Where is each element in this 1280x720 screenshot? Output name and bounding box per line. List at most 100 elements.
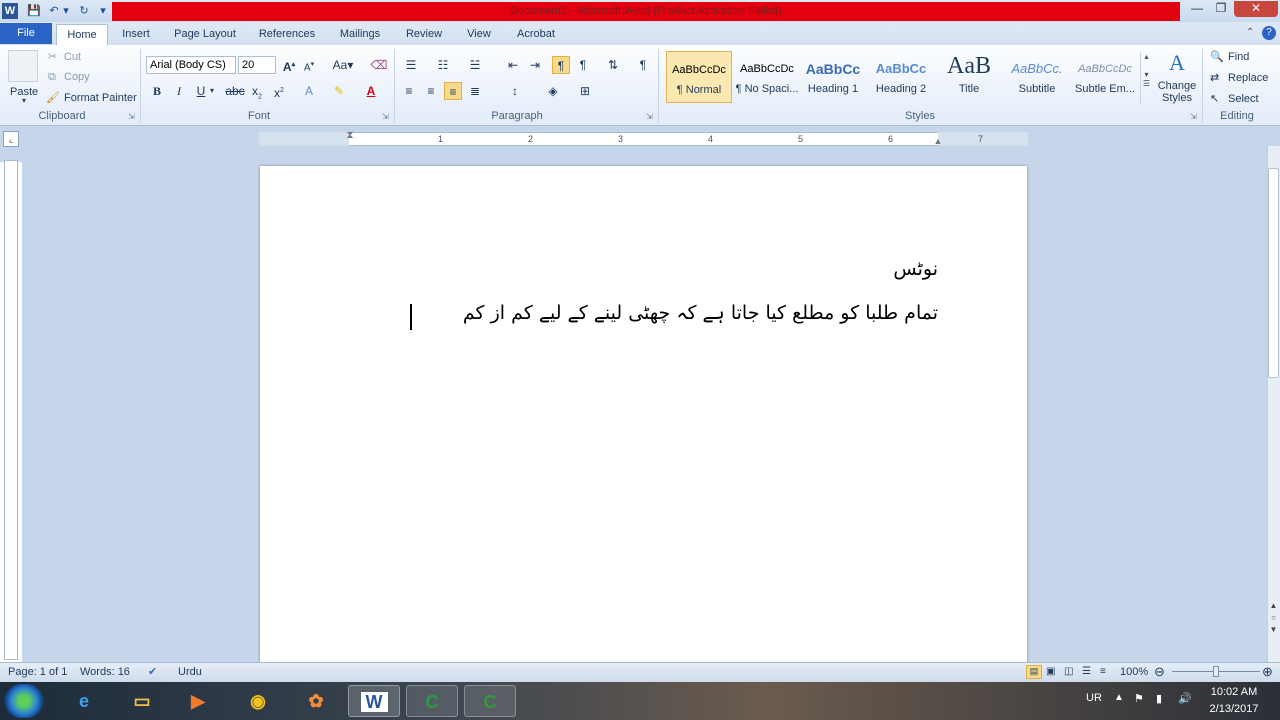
style-title[interactable]: AaB Title (936, 51, 1002, 103)
grow-font-icon[interactable]: A▴ (280, 56, 298, 74)
style-subtitle[interactable]: AaBbCc. Subtitle (1004, 51, 1070, 103)
tab-insert[interactable]: Insert (114, 24, 158, 45)
volume-icon[interactable]: 🔊 (1178, 692, 1192, 705)
vertical-ruler[interactable] (4, 160, 18, 660)
draft-icon[interactable]: ≡ (1100, 663, 1106, 681)
customize-toolbar-icon[interactable]: ▾ (98, 3, 108, 19)
bullets-icon[interactable]: ☰ (402, 56, 420, 74)
web-layout-icon[interactable]: ◫ (1064, 663, 1073, 681)
paragraph-launcher-icon[interactable]: ⇲ (646, 112, 653, 121)
page-count[interactable]: Page: 1 of 1 (8, 663, 67, 681)
full-screen-reading-icon[interactable]: ▣ (1046, 663, 1055, 681)
tab-acrobat[interactable]: Acrobat (508, 24, 564, 45)
tab-file[interactable]: File (0, 23, 52, 44)
font-name-combo[interactable]: Arial (Body CS) (146, 56, 236, 74)
save-icon[interactable]: 💾 (26, 3, 42, 19)
zoom-out-icon[interactable]: ⊖ (1154, 663, 1165, 681)
action-center-icon[interactable]: ⚑ (1134, 692, 1144, 705)
numbering-icon[interactable]: ☷ (434, 56, 452, 74)
tab-view[interactable]: View (460, 24, 498, 45)
find-button[interactable]: Find (1228, 48, 1249, 66)
italic-icon[interactable]: I (170, 82, 188, 100)
internet-explorer-icon[interactable]: e (58, 685, 110, 717)
clock-time[interactable]: 10:02 AM (1200, 686, 1268, 698)
styles-launcher-icon[interactable]: ⇲ (1190, 112, 1197, 121)
font-launcher-icon[interactable]: ⇲ (382, 112, 389, 121)
outline-icon[interactable]: ☰ (1082, 663, 1091, 681)
clear-formatting-icon[interactable]: ⌫ (370, 56, 388, 74)
superscript-icon[interactable]: x2 (270, 82, 288, 100)
borders-icon[interactable]: ⊞ (576, 82, 594, 100)
zoom-level[interactable]: 100% (1120, 663, 1148, 681)
shrink-font-icon[interactable]: A▾ (300, 56, 318, 74)
line-spacing-icon[interactable]: ↕ (506, 82, 524, 100)
help-icon[interactable]: ? (1262, 26, 1276, 40)
left-to-right-icon[interactable]: ¶ (574, 56, 592, 74)
minimize-button[interactable]: — (1184, 1, 1210, 17)
style-heading-1[interactable]: AaBbCc Heading 1 (800, 51, 866, 103)
horizontal-ruler[interactable] (259, 132, 1028, 146)
style-subtle-emphasis[interactable]: AaBbCcDc Subtle Em... (1072, 51, 1138, 103)
word-count[interactable]: Words: 16 (80, 663, 130, 681)
change-styles-button[interactable]: Change Styles (1156, 80, 1198, 106)
font-size-combo[interactable]: 20 (238, 56, 276, 74)
zoom-slider-thumb[interactable] (1213, 666, 1219, 677)
minimize-ribbon-icon[interactable]: ⌃ (1246, 27, 1258, 39)
close-button[interactable]: ✕ (1234, 1, 1278, 17)
clock-date[interactable]: 2/13/2017 (1200, 703, 1268, 715)
network-icon[interactable]: ▮ (1156, 692, 1162, 705)
align-center-icon[interactable]: ≡ (422, 82, 440, 100)
zoom-in-icon[interactable]: ⊕ (1262, 663, 1273, 681)
show-marks-icon[interactable]: ¶ (634, 56, 652, 74)
right-indent-marker-icon[interactable]: ▲ (933, 136, 943, 146)
word-taskbar-icon[interactable]: W (348, 685, 400, 717)
file-explorer-icon[interactable]: ▭ (116, 685, 168, 717)
paste-icon[interactable] (8, 50, 38, 82)
increase-indent-icon[interactable]: ⇥ (526, 56, 544, 74)
change-case-icon[interactable]: Aa▾ (330, 56, 356, 74)
page-nav-icons[interactable]: ▲ ○ ▼ (1268, 600, 1279, 660)
tab-home[interactable]: Home (56, 24, 108, 45)
strikethrough-icon[interactable]: abc (224, 82, 246, 100)
style-normal[interactable]: AaBbCcDc ¶ Normal (666, 51, 732, 103)
language-status[interactable]: Urdu (178, 663, 202, 681)
tab-selector-icon[interactable]: ⌞ (3, 131, 19, 147)
format-painter-button[interactable]: Format Painter (64, 89, 137, 107)
scrollbar-thumb[interactable] (1268, 168, 1279, 378)
sort-icon[interactable]: ⇅ (604, 56, 622, 74)
chrome-icon[interactable]: ◉ (232, 685, 284, 717)
style-no-spacing[interactable]: AaBbCcDc ¶ No Spaci... (734, 51, 800, 103)
subscript-icon[interactable]: x2 (248, 82, 266, 100)
select-button[interactable]: Select (1228, 90, 1259, 108)
highlight-icon[interactable]: ✎ (330, 82, 348, 100)
shading-icon[interactable]: ◈ (544, 82, 562, 100)
right-to-left-icon[interactable]: ¶ (552, 56, 570, 74)
undo-icon[interactable]: ↶ (46, 3, 62, 19)
tab-page-layout[interactable]: Page Layout (168, 24, 242, 45)
change-styles-icon[interactable]: A (1160, 52, 1194, 74)
paint-icon[interactable]: ✿ (290, 685, 342, 717)
justify-icon[interactable]: ≣ (466, 82, 484, 100)
show-hidden-icons[interactable]: ▲ (1114, 692, 1124, 703)
tab-mailings[interactable]: Mailings (332, 24, 388, 45)
print-layout-icon[interactable]: ▤ (1026, 665, 1042, 679)
replace-button[interactable]: Replace (1228, 69, 1268, 87)
document-page[interactable] (260, 166, 1027, 666)
start-button[interactable] (4, 684, 44, 718)
underline-dropdown-icon[interactable]: ▾ (208, 82, 216, 100)
paste-dropdown-icon[interactable]: ▾ (22, 96, 26, 105)
clipboard-launcher-icon[interactable]: ⇲ (128, 112, 135, 121)
decrease-indent-icon[interactable]: ⇤ (504, 56, 522, 74)
word-icon[interactable]: W (2, 3, 18, 19)
camtasia-icon[interactable]: C (406, 685, 458, 717)
redo-icon[interactable]: ↻ (76, 3, 92, 19)
camtasia-recorder-icon[interactable]: C (464, 685, 516, 717)
maximize-button[interactable]: ❐ (1208, 1, 1234, 17)
cut-button[interactable]: Cut (64, 48, 81, 66)
media-player-icon[interactable]: ▶ (172, 685, 224, 717)
copy-button[interactable]: Copy (64, 68, 90, 86)
tab-review[interactable]: Review (398, 24, 450, 45)
undo-dropdown-icon[interactable]: ▾ (62, 3, 70, 19)
input-language[interactable]: UR (1086, 692, 1102, 704)
bold-icon[interactable]: B (148, 82, 166, 100)
